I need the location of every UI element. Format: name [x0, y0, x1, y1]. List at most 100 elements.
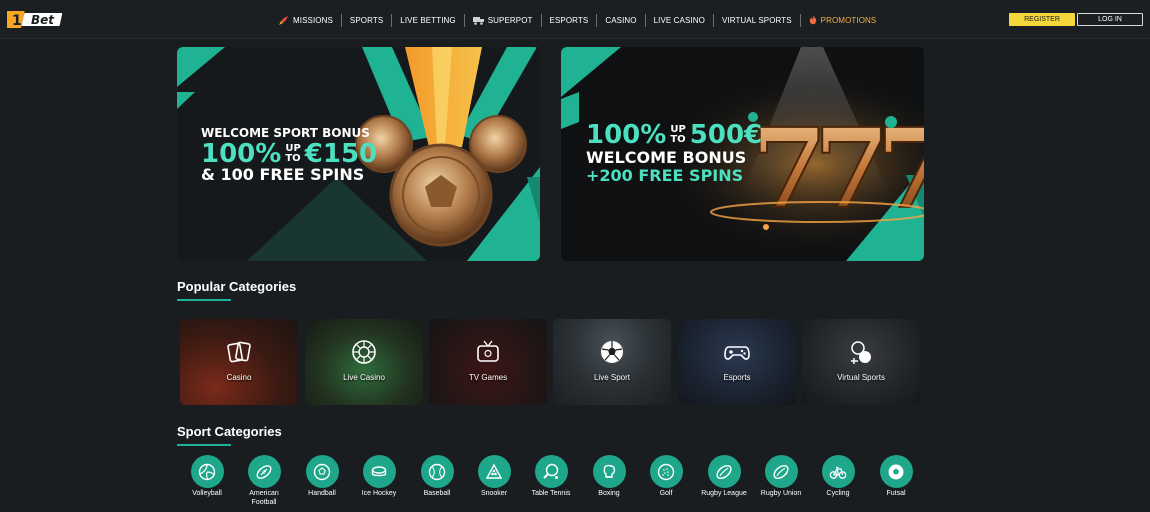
casino-banner-title: WELCOME BONUS [586, 148, 747, 167]
nav-casino[interactable]: CASINO [597, 13, 646, 27]
nav-label: ESPORTS [549, 15, 589, 25]
boxing-glove-icon [592, 455, 626, 488]
login-button[interactable]: LOG IN [1077, 13, 1143, 26]
register-button[interactable]: REGISTER [1009, 13, 1075, 26]
sport-bonus-banner[interactable]: WELCOME SPORT BONUS 100% UP TO €150 & 10… [177, 47, 540, 261]
handball-icon [305, 455, 339, 488]
brand-logo[interactable]: 1 Bet [7, 10, 65, 29]
table-tennis-icon [534, 455, 568, 488]
nav-label: CASINO [605, 15, 637, 25]
sport-boxing[interactable]: Boxing [579, 455, 639, 499]
nav-label: SPORTS [349, 15, 384, 25]
category-card-casino[interactable]: Casino [180, 319, 298, 405]
sport-baseball[interactable]: Baseball [407, 455, 467, 499]
sport-categories-title: Sport Categories [177, 424, 282, 439]
rugby-ball-icon [764, 455, 798, 488]
soccer-ball-icon [601, 341, 623, 363]
snooker-icon [477, 455, 511, 488]
category-card-virtual-sports[interactable]: Virtual Sports [802, 319, 920, 405]
heading-underline [177, 299, 231, 301]
sport-label: Cycling [826, 490, 850, 497]
gamepad-icon [724, 346, 750, 360]
nav-label: LIVE BETTING [400, 15, 456, 25]
category-card-live-sport[interactable]: Live Sport [553, 319, 671, 405]
sport-label: Table Tennis [531, 490, 571, 497]
category-card-esports[interactable]: Esports [678, 319, 796, 405]
category-label: Casino [226, 373, 252, 382]
sport-handball[interactable]: Handball [292, 455, 352, 499]
sport-table-tennis[interactable]: Table Tennis [521, 455, 581, 499]
nav-sports[interactable]: SPORTS [342, 13, 393, 27]
sport-label: Ice Hockey [361, 490, 397, 497]
upto-to: TO [670, 134, 686, 145]
roulette-icon [352, 340, 376, 364]
nav-live-betting[interactable]: LIVE BETTING [392, 13, 465, 27]
american-football-icon [247, 455, 281, 488]
volleyball-icon [190, 455, 224, 488]
sport-label: Rugby League [701, 490, 747, 497]
popular-categories-title: Popular Categories [177, 279, 297, 294]
rugby-ball-icon [707, 455, 741, 488]
sport-banner-percent: 100% [201, 139, 282, 169]
nav-label: LIVE CASINO [653, 15, 705, 25]
sport-label: Golf [659, 490, 673, 497]
category-card-live-casino[interactable]: Live Casino [305, 319, 423, 405]
main-nav: MISSIONS SPORTS LIVE BETTING SUPERPOT ES… [271, 13, 884, 27]
popular-categories-heading: Popular Categories [177, 279, 297, 301]
cards-icon [227, 341, 251, 363]
fire-icon [809, 15, 816, 25]
casino-banner-upto: UP TO [670, 125, 685, 145]
sport-categories-heading: Sport Categories [177, 424, 282, 446]
sport-cycling[interactable]: Cycling [808, 455, 868, 499]
casino-banner-amount: 500€ [689, 120, 763, 150]
casino-banner-offer: 100% UP TO 500€ [586, 122, 762, 148]
nav-label: VIRTUAL SPORTS [721, 15, 792, 25]
casino-banner-percent: 100% [586, 120, 667, 150]
nav-missions[interactable]: MISSIONS [271, 13, 342, 27]
heading-underline [177, 444, 231, 446]
top-header: 1 Bet MISSIONS SPORTS LIVE BETTING SUPER… [0, 0, 1150, 39]
futsal-ball-icon [879, 455, 913, 488]
sport-label: Snooker [480, 490, 508, 497]
logo-number: 1 [12, 13, 22, 29]
category-card-tv-games[interactable]: TV Games [429, 319, 547, 405]
sport-futsal[interactable]: Futsal [866, 455, 926, 499]
category-label: Live Sport [593, 373, 631, 382]
sport-label: Boxing [598, 490, 620, 497]
sport-banner-offer: 100% UP TO €150 [201, 141, 377, 167]
nav-promotions[interactable]: PROMOTIONS [801, 14, 885, 27]
nav-live-casino[interactable]: LIVE CASINO [646, 13, 714, 27]
sport-label: Volleyball [192, 490, 222, 497]
sport-banner-text: WELCOME SPORT BONUS 100% UP TO €150 & 10… [201, 127, 377, 183]
bicycle-icon [821, 455, 855, 488]
sport-banner-spins: & 100 FREE SPINS [201, 165, 365, 184]
category-label: TV Games [468, 373, 508, 382]
category-label: Esports [723, 373, 751, 382]
logo-text: Bet [31, 13, 55, 27]
nav-virtual-sports[interactable]: VIRTUAL SPORTS [714, 13, 801, 27]
casino-banner-text: 100% UP TO 500€ WELCOME BONUS +200 FREE … [586, 122, 762, 184]
upto-to: TO [285, 153, 301, 164]
sport-golf[interactable]: Golf [636, 455, 696, 499]
nav-label: SUPERPOT [487, 15, 533, 25]
sport-american-football[interactable]: American Football [234, 455, 294, 508]
sport-ice-hockey[interactable]: Ice Hockey [349, 455, 409, 499]
tv-icon [477, 340, 499, 362]
nav-esports[interactable]: ESPORTS [542, 13, 598, 27]
slot-sevens: 777 [751, 104, 924, 233]
ice-hockey-icon [362, 455, 396, 488]
sport-volleyball[interactable]: Volleyball [177, 455, 237, 499]
sport-snooker[interactable]: Snooker [464, 455, 524, 499]
sport-banner-upto: UP TO [285, 144, 300, 164]
nav-label: PROMOTIONS [820, 15, 877, 25]
sport-rugby-union[interactable]: Rugby Union [751, 455, 811, 499]
category-label: Live Casino [343, 373, 385, 382]
sport-rugby-league[interactable]: Rugby League [694, 455, 754, 499]
casino-bonus-banner[interactable]: 777 100% UP TO 500€ WELCOME BONUS +200 F… [561, 47, 924, 261]
category-label: Virtual Sports [837, 373, 885, 382]
sport-label: Futsal [886, 490, 906, 497]
nav-superpot[interactable]: SUPERPOT [465, 13, 542, 27]
sport-label: American Football [249, 490, 279, 506]
sport-label: Baseball [423, 490, 451, 497]
baseball-icon [420, 455, 454, 488]
